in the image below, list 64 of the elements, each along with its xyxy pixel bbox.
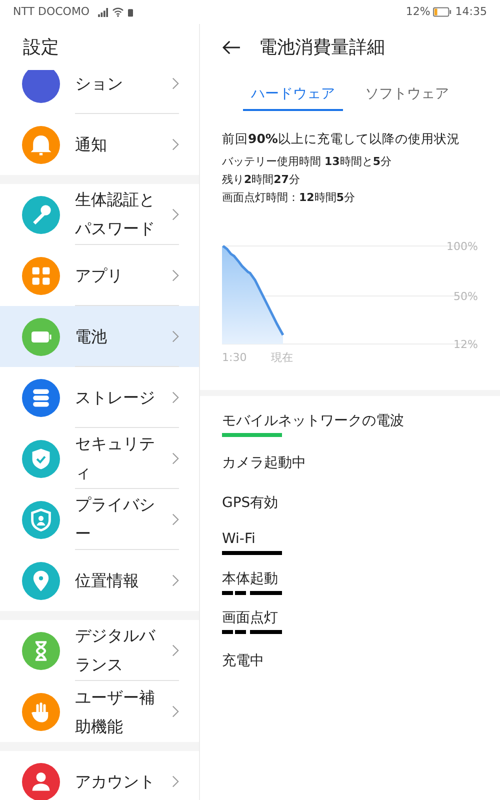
person-icon xyxy=(22,762,60,800)
item-label: アカウント xyxy=(75,770,155,792)
item-label: セキュリティ xyxy=(75,433,155,484)
hand-icon xyxy=(22,692,60,730)
y-axis-label: 12% xyxy=(454,339,478,350)
clock: 14:35 xyxy=(455,4,487,20)
battery-icon xyxy=(433,7,452,17)
hardware-label: 本体起動 xyxy=(222,570,279,589)
shield-check-icon xyxy=(22,440,60,478)
chevron-icon xyxy=(172,390,179,404)
chevron-icon xyxy=(172,705,179,718)
item-label: ストレージ xyxy=(75,386,155,408)
x-axis-label: 1:30 xyxy=(222,352,247,363)
hardware-label: 画面点灯 xyxy=(222,609,279,628)
grid-icon xyxy=(22,256,60,294)
item-label: ユーザー補助機能 xyxy=(75,686,155,738)
sim-icon xyxy=(128,8,133,16)
item-label: 生体認証とパスワード xyxy=(75,189,155,240)
chevron-icon xyxy=(172,76,179,90)
item-label: アプリ xyxy=(75,264,124,286)
storage-icon xyxy=(22,378,60,416)
key-icon xyxy=(22,196,60,234)
chevron-icon xyxy=(172,774,179,788)
summary-line: 画面点灯時間：12時間5分 xyxy=(222,190,356,206)
sidebar-item[interactable]: 電池 xyxy=(0,306,199,367)
summary-heading: 前回90%以上に充電して以降の使用状況 xyxy=(222,130,461,148)
hardware-label: GPS有効 xyxy=(222,494,280,513)
battery-percent: 12% xyxy=(406,4,430,20)
item-label: 通知 xyxy=(75,134,108,156)
chevron-icon xyxy=(172,138,179,151)
item-label: 電池 xyxy=(75,326,108,348)
tab[interactable]: ハードウェア xyxy=(243,84,343,111)
chevron-icon xyxy=(172,268,179,282)
item-label: 位置情報 xyxy=(75,570,140,592)
chevron-icon xyxy=(172,452,179,464)
settings-title: 設定 xyxy=(23,36,59,60)
chevron-icon xyxy=(172,208,179,220)
bell-icon xyxy=(22,126,60,164)
shield-person-icon xyxy=(22,500,60,538)
summary-line: バッテリー使用時間 13時間と5分 xyxy=(222,154,392,170)
hourglass-icon xyxy=(22,632,60,670)
hardware-label: モバイルネットワークの電波 xyxy=(222,412,405,431)
tab[interactable]: ソフトウェア xyxy=(357,84,457,111)
hardware-label: Wi-Fi xyxy=(222,530,256,550)
y-axis-label: 50% xyxy=(454,291,478,302)
wifi-icon xyxy=(112,7,124,17)
chevron-icon xyxy=(172,644,179,656)
carrier-name: NTT DOCOMO xyxy=(13,4,90,20)
y-axis-label: 100% xyxy=(446,241,478,252)
chevron-icon xyxy=(172,512,179,526)
back-arrow-icon[interactable] xyxy=(222,40,241,54)
location-pin-icon xyxy=(22,562,60,600)
summary-line: 残り2時間27分 xyxy=(222,172,301,188)
battery-icon xyxy=(22,318,60,356)
hardware-label: 充電中 xyxy=(222,652,265,671)
chevron-icon xyxy=(172,574,179,587)
page-title: 電池消費量詳細 xyxy=(259,36,385,60)
item-label: ション xyxy=(75,72,124,94)
x-axis-label: 現在 xyxy=(271,352,293,363)
item-label: プライバシー xyxy=(75,494,155,545)
chevron-icon xyxy=(172,330,179,342)
hardware-label: カメラ起動中 xyxy=(222,454,307,474)
signal-icon xyxy=(98,8,109,16)
item-label: デジタルバランス xyxy=(75,625,155,676)
